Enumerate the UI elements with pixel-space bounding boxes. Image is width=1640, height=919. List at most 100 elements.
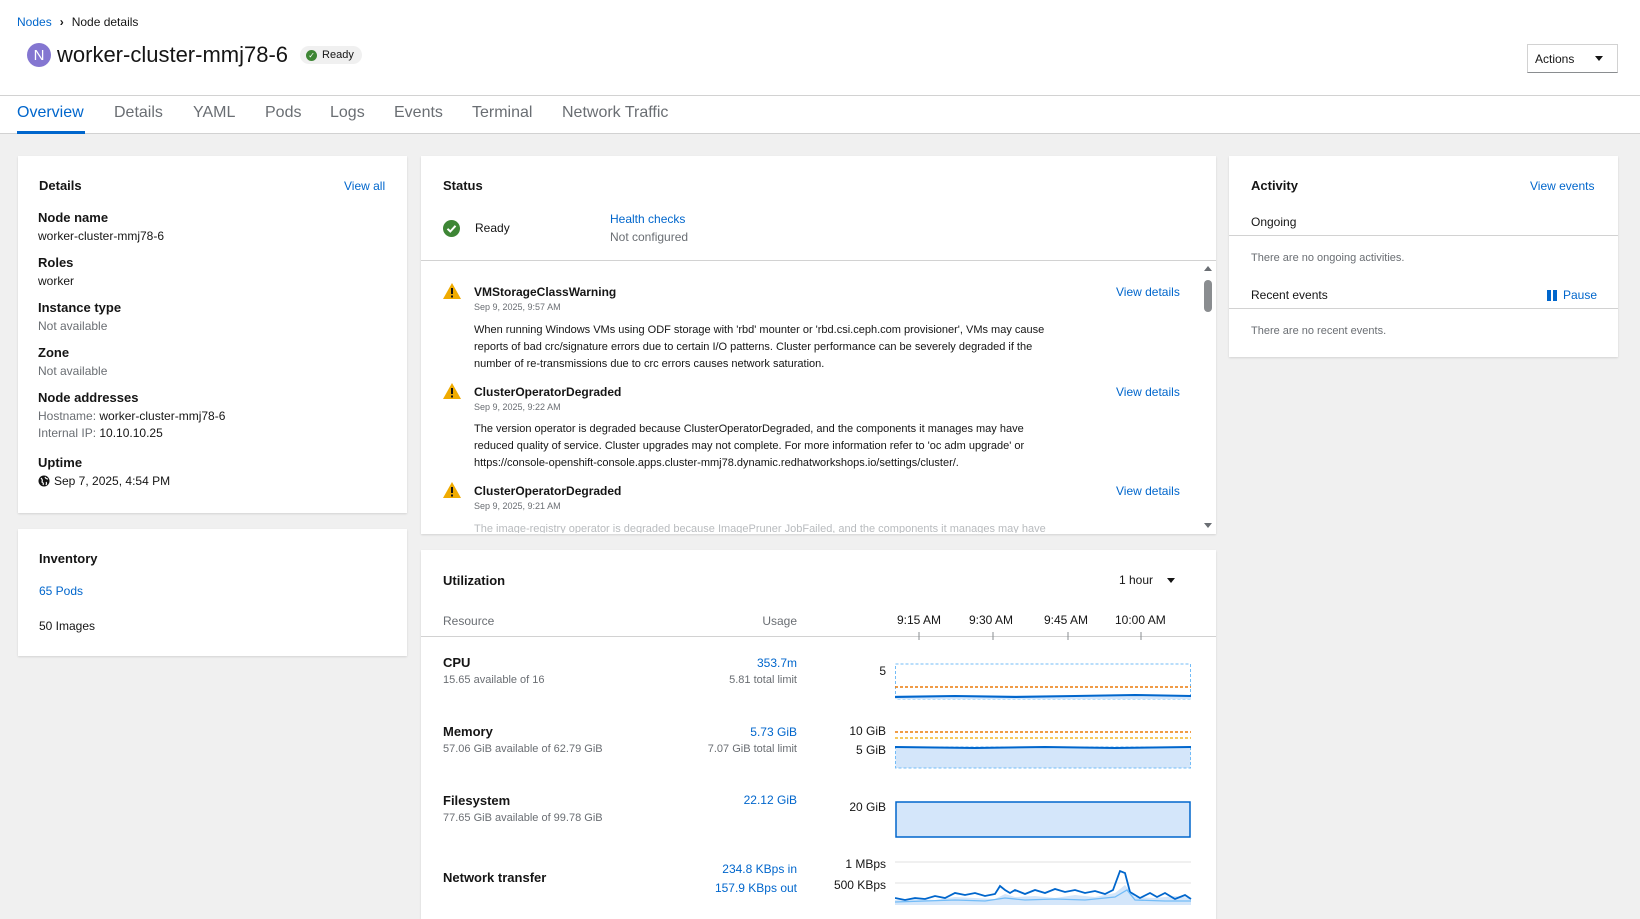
hostname-key: Hostname: xyxy=(38,409,97,423)
details-card-title: Details xyxy=(39,178,82,193)
no-recent-text: There are no recent events. xyxy=(1251,325,1387,337)
check-circle-icon xyxy=(443,220,460,237)
view-all-link[interactable]: View all xyxy=(344,179,385,193)
internal-ip-row: Internal IP: 10.10.10.25 xyxy=(38,426,225,440)
memory-limit: 7.07 GiB total limit xyxy=(707,743,797,755)
roles-value: worker xyxy=(38,274,75,288)
title-row: N worker-cluster-mmj78-6 ✓ Ready xyxy=(27,42,362,68)
filesystem-sparkline[interactable] xyxy=(895,800,1193,840)
memory-sparkline[interactable] xyxy=(895,728,1193,770)
node-name-field: Node name worker-cluster-mmj78-6 xyxy=(38,210,164,243)
warning-triangle-icon xyxy=(443,482,461,498)
status-badge-label: Ready xyxy=(322,49,354,61)
globe-icon xyxy=(38,475,50,487)
recent-events-heading: Recent events xyxy=(1251,288,1328,302)
time-axis-label: 9:30 AM xyxy=(969,613,1014,627)
time-range-dropdown[interactable]: 1 hour xyxy=(1119,573,1176,587)
alert-line: reduced quality of service. Cluster upgr… xyxy=(474,440,1025,452)
alert-description: The version operator is degraded because… xyxy=(474,421,1084,472)
cpu-label: CPU xyxy=(443,655,471,670)
alert-title: ClusterOperatorDegraded xyxy=(474,385,622,399)
ongoing-heading: Ongoing xyxy=(1251,215,1297,229)
status-card-title: Status xyxy=(443,178,483,193)
cpu-limit: 5.81 total limit xyxy=(729,674,797,686)
filesystem-usage-link[interactable]: 22.12 GiB xyxy=(744,793,797,807)
filesystem-axis-label: 20 GiB xyxy=(849,800,886,814)
health-checks-sub: Not configured xyxy=(610,230,689,244)
tab-logs[interactable]: Logs xyxy=(330,104,365,122)
alert-time: Sep 9, 2025, 9:57 AM xyxy=(474,302,561,312)
page-header: Nodes › Node details N worker-cluster-mm… xyxy=(0,0,1640,96)
column-usage: Usage xyxy=(762,614,797,628)
tab-events[interactable]: Events xyxy=(394,104,443,122)
memory-usage-link[interactable]: 5.73 GiB xyxy=(750,725,797,739)
scroll-down-icon[interactable] xyxy=(1204,523,1212,528)
uptime-label: Uptime xyxy=(38,455,83,470)
warning-triangle-icon xyxy=(443,383,461,399)
actions-dropdown[interactable]: Actions xyxy=(1527,44,1618,73)
alert-view-details-link[interactable]: View details xyxy=(1116,385,1180,399)
hostname-row: Hostname: worker-cluster-mmj78-6 xyxy=(38,409,225,423)
warning-triangle-icon xyxy=(443,283,461,299)
column-resource: Resource xyxy=(443,614,495,628)
tab-network-traffic[interactable]: Network Traffic xyxy=(562,104,668,122)
alert-line: The version operator is degraded because… xyxy=(474,423,1024,435)
active-tab-indicator xyxy=(17,131,85,134)
divider xyxy=(1229,308,1618,309)
scroll-up-icon[interactable] xyxy=(1204,266,1212,271)
tab-bar: Overview Details YAML Pods Logs Events T… xyxy=(0,96,1640,134)
health-checks-link[interactable]: Health checks xyxy=(610,212,685,226)
status-ready-text: Ready xyxy=(475,221,510,235)
network-label: Network transfer xyxy=(443,870,547,885)
pause-label: Pause xyxy=(1563,288,1598,302)
pause-button[interactable]: Pause xyxy=(1547,288,1597,302)
alert-line: When running Windows VMs using ODF stora… xyxy=(474,324,1045,336)
node-addresses-label: Node addresses xyxy=(38,390,139,405)
alert-description: When running Windows VMs using ODF stora… xyxy=(474,322,1084,373)
breadcrumb-current: Node details xyxy=(71,15,139,29)
check-circle-icon: ✓ xyxy=(306,49,318,61)
time-axis-ticks xyxy=(918,632,1142,640)
uptime-row: Sep 7, 2025, 4:54 PM xyxy=(38,474,170,488)
time-axis-label: 9:15 AM xyxy=(897,613,942,627)
tab-yaml[interactable]: YAML xyxy=(193,104,235,122)
roles-field: Roles worker xyxy=(38,255,74,288)
tab-pods[interactable]: Pods xyxy=(265,104,301,122)
filesystem-label: Filesystem xyxy=(443,793,511,808)
alert-title: ClusterOperatorDegraded xyxy=(474,484,622,498)
breadcrumb: Nodes › Node details xyxy=(17,15,138,29)
breadcrumb-nodes-link[interactable]: Nodes xyxy=(17,15,52,29)
network-out-link[interactable]: 157.9 KBps out xyxy=(715,881,797,895)
instance-type-label: Instance type xyxy=(38,300,122,315)
view-events-link[interactable]: View events xyxy=(1530,179,1594,193)
tab-overview[interactable]: Overview xyxy=(17,104,84,122)
inventory-images: 50 Images xyxy=(39,619,96,633)
memory-axis-label: 10 GiB xyxy=(849,724,886,738)
alert-line: reports of bad crc/signature errors due … xyxy=(474,341,1033,353)
inventory-pods-link[interactable]: 65 Pods xyxy=(39,584,83,598)
instance-type-field: Instance type Not available xyxy=(38,300,121,333)
memory-label: Memory xyxy=(443,724,493,739)
cpu-usage-link[interactable]: 353.7m xyxy=(757,656,797,670)
breadcrumb-separator-icon: › xyxy=(59,15,64,29)
time-range-value: 1 hour xyxy=(1119,573,1154,587)
alert-view-details-link[interactable]: View details xyxy=(1116,484,1180,498)
network-sparkline[interactable] xyxy=(895,860,1193,906)
network-in-link[interactable]: 234.8 KBps in xyxy=(722,862,797,876)
node-addresses-field: Node addresses Hostname: worker-cluster-… xyxy=(38,390,225,440)
tab-details[interactable]: Details xyxy=(114,104,163,122)
uptime-value: Sep 7, 2025, 4:54 PM xyxy=(54,474,171,488)
caret-down-icon xyxy=(1167,577,1176,583)
alerts-scrollbar-thumb[interactable] xyxy=(1204,280,1212,312)
cpu-sparkline[interactable] xyxy=(895,662,1193,702)
zone-label: Zone xyxy=(38,345,70,360)
zone-value: Not available xyxy=(38,364,108,378)
page-title: worker-cluster-mmj78-6 xyxy=(57,42,289,67)
node-kind-badge: N xyxy=(27,43,51,67)
tab-terminal[interactable]: Terminal xyxy=(472,104,532,122)
alert-view-details-link[interactable]: View details xyxy=(1116,285,1180,299)
internal-ip-value: 10.10.10.25 xyxy=(99,426,163,440)
no-ongoing-text: There are no ongoing activities. xyxy=(1251,252,1405,264)
network-axis-label: 500 KBps xyxy=(833,878,886,892)
alert-line: https://console-openshift-console.apps.c… xyxy=(474,457,959,469)
